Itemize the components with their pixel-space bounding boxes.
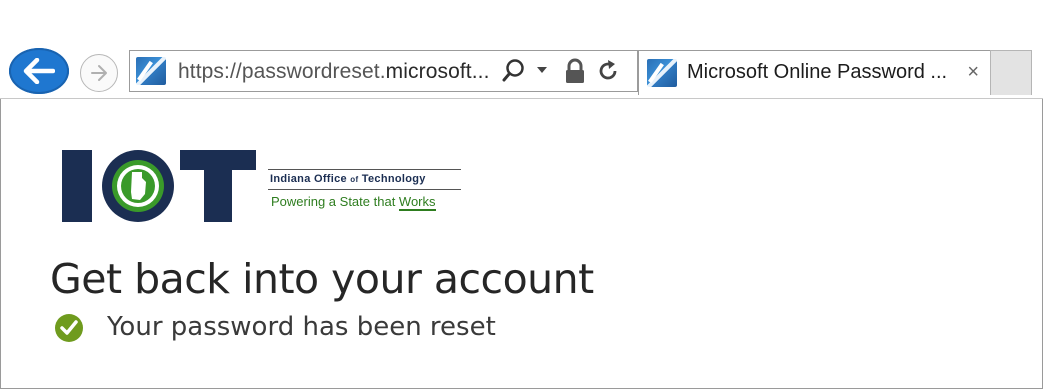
browser-tab[interactable]: Microsoft Online Password ... × xyxy=(638,50,992,95)
address-bar[interactable]: https://passwordreset.microsoft... xyxy=(129,50,638,92)
iot-logo xyxy=(62,150,256,222)
dropdown-chevron-icon[interactable] xyxy=(536,66,548,74)
logo-tagline: Powering a State that Works xyxy=(271,194,436,211)
logo-rule-bottom xyxy=(268,189,461,190)
logo-org-name: Indiana Office of Technology xyxy=(270,173,426,185)
tab-favicon-icon xyxy=(647,59,677,87)
refresh-icon[interactable] xyxy=(596,59,620,83)
forward-button[interactable] xyxy=(80,54,118,92)
search-icon[interactable] xyxy=(502,58,526,84)
logo-rule-top xyxy=(268,169,461,170)
forward-arrow-icon xyxy=(91,65,107,81)
checkmark-icon xyxy=(55,314,83,342)
back-arrow-icon xyxy=(23,58,55,84)
page-title: Get back into your account xyxy=(50,255,594,303)
browser-toolbar: https://passwordreset.microsoft... Micro… xyxy=(0,0,1043,98)
site-favicon-icon xyxy=(136,57,166,85)
back-button[interactable] xyxy=(9,48,69,94)
toolbar-divider xyxy=(0,98,1043,99)
url-domain: microsoft... xyxy=(385,60,490,83)
tab-close-icon[interactable]: × xyxy=(967,61,979,84)
lock-icon[interactable] xyxy=(564,58,586,84)
tab-title: Microsoft Online Password ... xyxy=(687,61,948,83)
status-text: Your password has been reset xyxy=(107,312,496,342)
url-prefix: https://passwordreset. xyxy=(178,60,386,83)
url-text[interactable]: https://passwordreset.microsoft... xyxy=(178,60,490,84)
new-tab-button[interactable] xyxy=(990,50,1032,95)
